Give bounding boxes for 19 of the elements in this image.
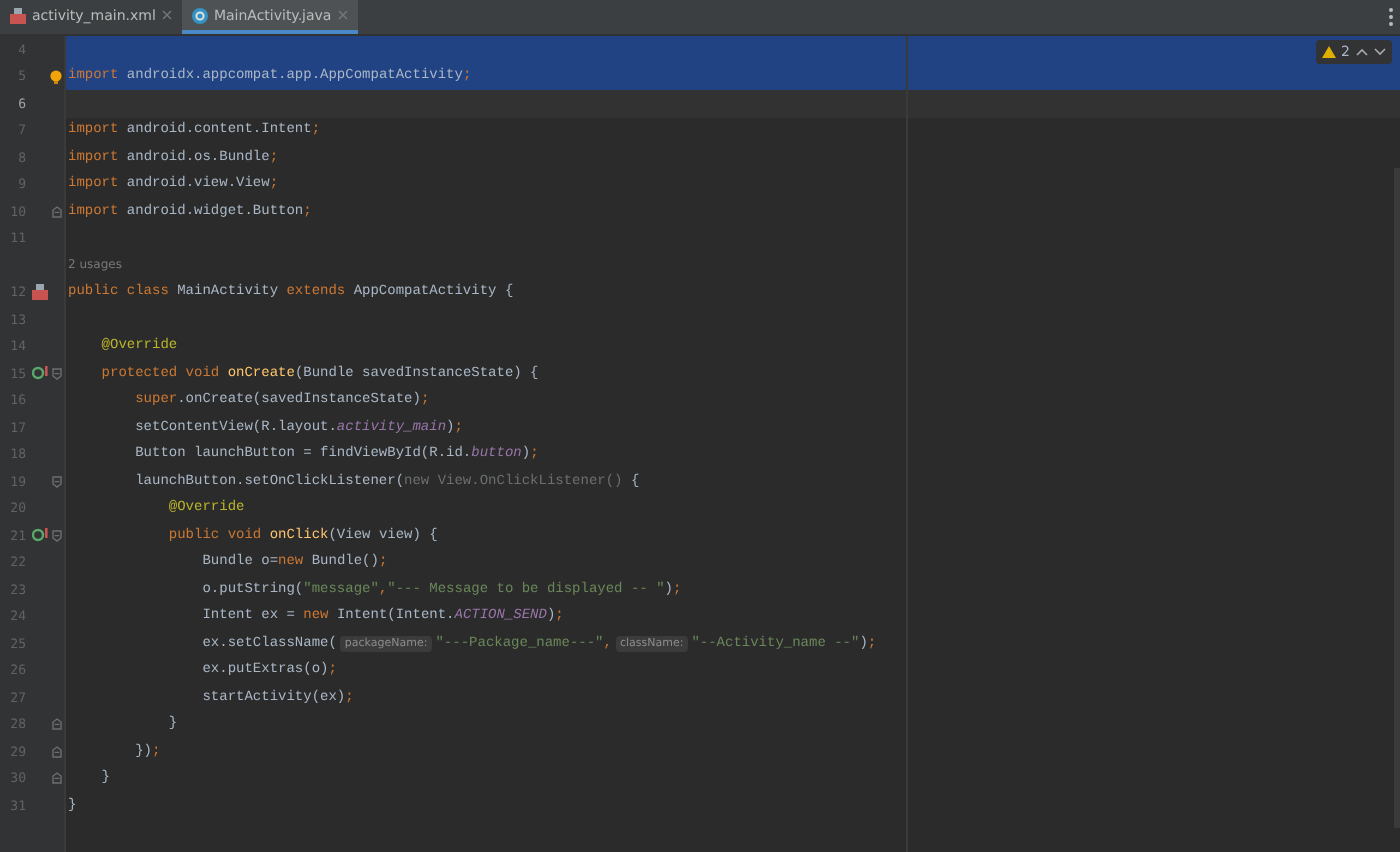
fold-icon[interactable] — [52, 367, 62, 380]
override-icon[interactable] — [32, 528, 48, 543]
fold-end-icon[interactable] — [52, 772, 62, 785]
class-icon[interactable] — [32, 284, 48, 301]
override-icon[interactable] — [32, 366, 48, 381]
fold-end-icon[interactable] — [52, 205, 62, 218]
down-icon[interactable] — [1374, 48, 1386, 56]
fold-icon[interactable] — [52, 529, 62, 542]
warning-icon — [1321, 46, 1336, 58]
lightbulb-icon[interactable] — [50, 69, 62, 83]
fold-end-icon[interactable] — [52, 745, 62, 758]
more-icon[interactable] — [1388, 8, 1394, 26]
fold-end-icon[interactable] — [52, 718, 62, 731]
fold-icon[interactable] — [52, 475, 62, 488]
class-icon — [191, 7, 208, 23]
up-icon[interactable] — [1356, 48, 1368, 56]
close-icon[interactable] — [337, 10, 348, 20]
layout-file-icon — [10, 7, 26, 23]
close-icon[interactable] — [161, 10, 172, 20]
